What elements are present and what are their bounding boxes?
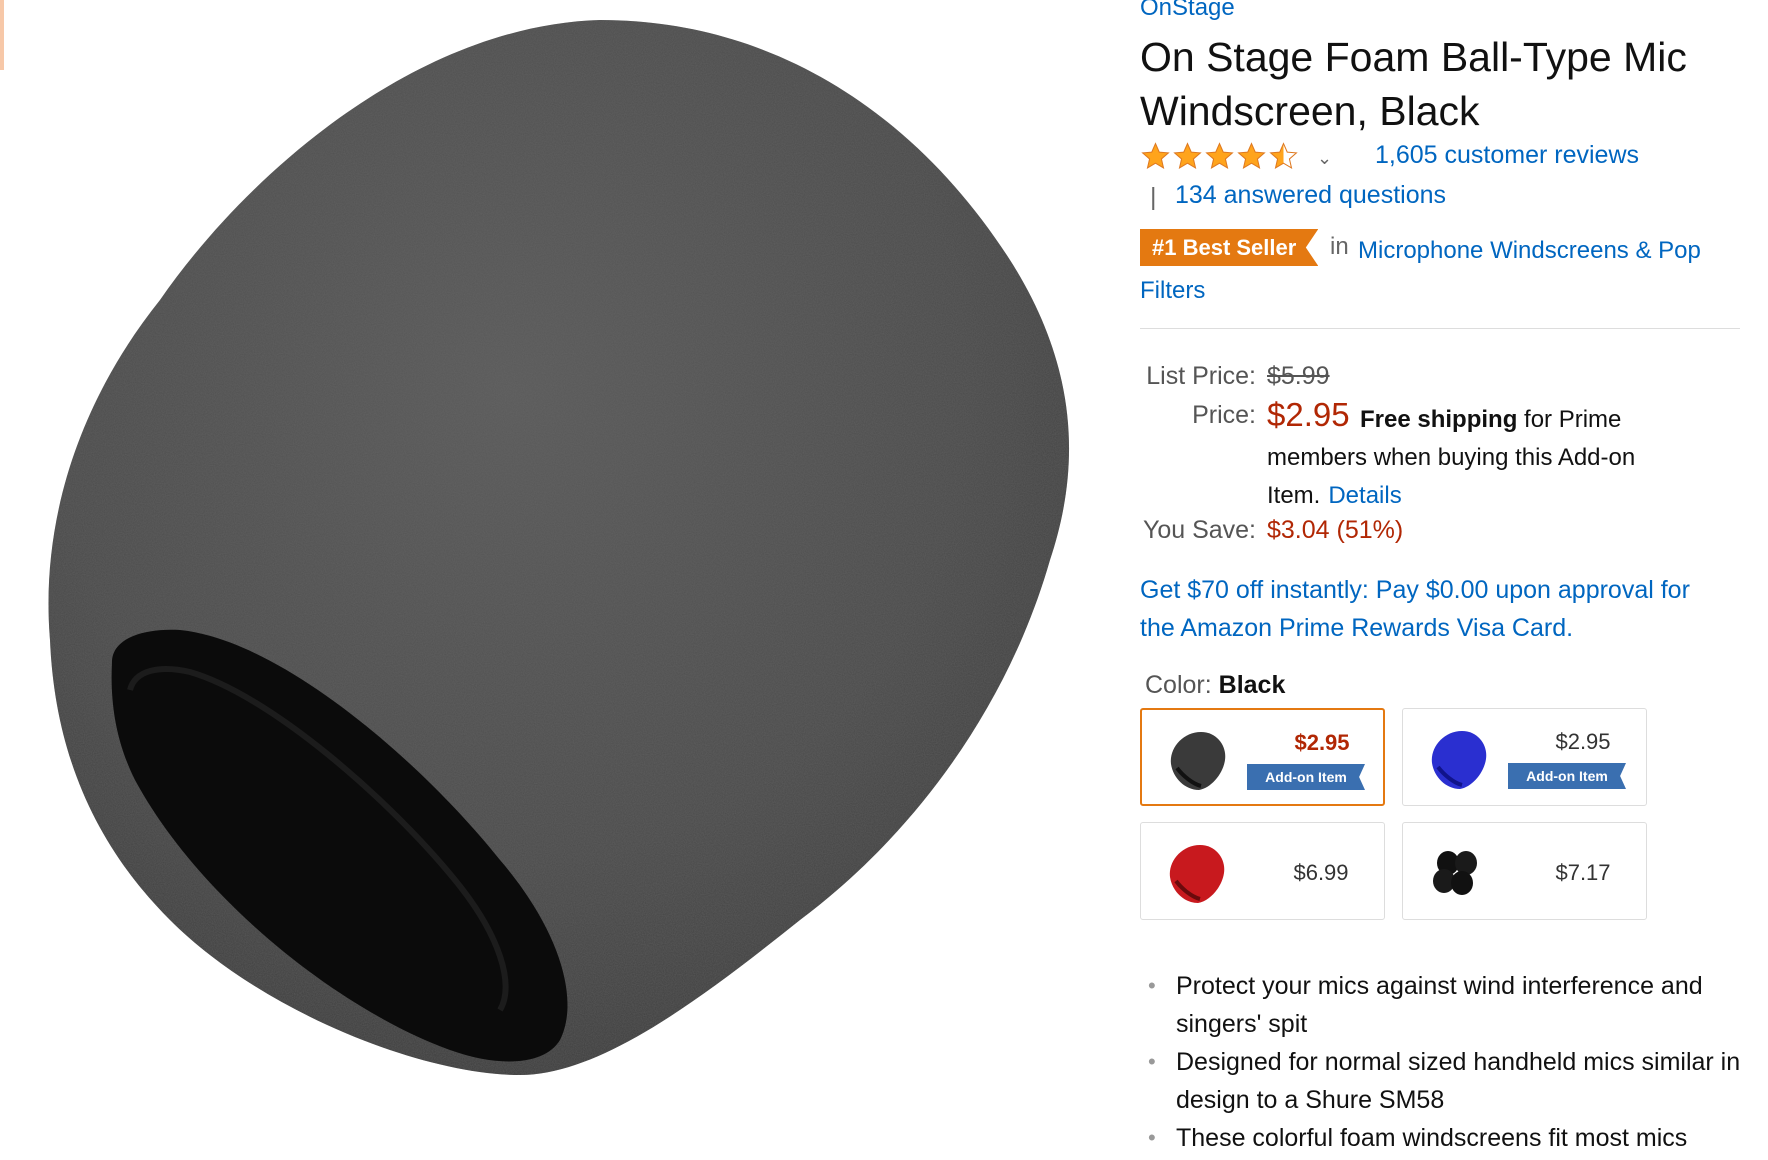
chevron-down-icon[interactable]: ⌄ <box>1317 148 1332 169</box>
shipping-info: Free shipping for Prime members when buy… <box>1267 401 1727 515</box>
star-rating[interactable] <box>1140 141 1299 172</box>
product-image[interactable] <box>0 0 1140 1160</box>
swatch-red-price: $6.99 <box>1293 860 1349 885</box>
color-swatch-black[interactable]: $2.95 Add-on Item <box>1140 708 1385 806</box>
feature-bullet: These colorful foam windscreens fit most… <box>1140 1119 1750 1157</box>
details-link[interactable]: Details <box>1328 482 1401 509</box>
brand-link[interactable]: OnStage <box>1140 0 1235 22</box>
free-shipping-text: Free shipping <box>1360 406 1518 433</box>
you-save-value: $3.04 (51%) <box>1267 516 1404 544</box>
color-selected-value: Black <box>1218 671 1286 699</box>
swatch-blue-image <box>1431 731 1487 789</box>
swatch-multipack-price: $7.17 <box>1555 860 1611 885</box>
swatch-blue-price: $2.95 <box>1555 729 1611 754</box>
feature-bullet: Designed for normal sized handheld mics … <box>1140 1043 1750 1119</box>
color-swatch-red[interactable]: $6.99 <box>1140 822 1385 920</box>
star-full-icon <box>1173 142 1202 170</box>
price-label: Price: <box>1192 401 1256 429</box>
color-swatch-blue[interactable]: $2.95 Add-on Item <box>1402 708 1647 806</box>
list-price-label: List Price: <box>1146 362 1256 390</box>
answered-questions-link[interactable]: 134 answered questions <box>1175 181 1446 210</box>
credit-card-promo-link[interactable]: Get $70 off instantly: Pay $0.00 upon ap… <box>1140 571 1730 647</box>
feature-bullets: Protect your mics against wind interfere… <box>1140 967 1750 1157</box>
list-price-value: $5.99 <box>1267 362 1330 390</box>
color-swatch-black-multipack[interactable]: $7.17 <box>1402 822 1647 920</box>
star-full-icon <box>1141 142 1170 170</box>
star-half-icon <box>1269 142 1298 170</box>
swatch-black-image <box>1170 732 1226 790</box>
swatch-red-image <box>1169 845 1225 903</box>
color-label: Color: Black <box>1145 671 1285 700</box>
feature-bullet: Protect your mics against wind interfere… <box>1140 967 1750 1043</box>
separator: | <box>1150 183 1157 211</box>
color-label-text: Color: <box>1145 671 1212 699</box>
addon-item-badge: Add-on Item <box>1247 764 1365 790</box>
addon-item-badge: Add-on Item <box>1508 763 1626 789</box>
swatch-multipack-image <box>1433 851 1477 895</box>
divider <box>1140 328 1740 329</box>
product-title: On Stage Foam Ball-Type Mic Windscreen, … <box>1140 34 1687 134</box>
badge-in-text: in <box>1330 233 1349 260</box>
swatch-black-price: $2.95 <box>1294 730 1350 755</box>
star-full-icon <box>1237 142 1266 170</box>
star-full-icon <box>1205 142 1234 170</box>
category-link[interactable]: Microphone Windscreens & Pop Filters <box>1140 231 1730 311</box>
customer-reviews-link[interactable]: 1,605 customer reviews <box>1375 141 1639 170</box>
you-save-label: You Save: <box>1142 516 1256 544</box>
product-details: OnStage On Stage Foam Ball-Type Mic Wind… <box>1140 0 1750 1160</box>
